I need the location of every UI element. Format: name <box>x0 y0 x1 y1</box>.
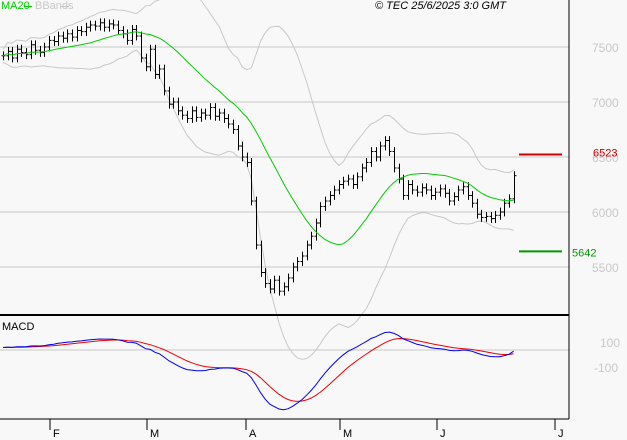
legend-bbands-swatch <box>61 6 69 7</box>
bollinger-lower <box>2 49 514 360</box>
month-label: J <box>558 428 564 440</box>
price-tick-label: 7000 <box>592 96 619 110</box>
chart-svg: 55006000650070007500100-100F M A M J J6523564… <box>0 0 620 440</box>
price-tick-label: 7500 <box>592 41 619 55</box>
resistance-level-label: 6523 <box>593 147 617 159</box>
price-tick-label: 5500 <box>592 261 619 275</box>
price-tick-label: 6000 <box>592 206 619 220</box>
macd-signal-line <box>2 337 514 402</box>
month-label: M <box>150 428 159 440</box>
support-level-label: 5642 <box>572 247 596 259</box>
macd-tick-label: 100 <box>600 336 620 350</box>
stock-chart: 5500 6000 6500 7000 7500 100 -100 F M A M J J 6523 564… <box>0 0 627 440</box>
month-label: F <box>53 428 60 440</box>
month-label: A <box>249 428 257 440</box>
macd-tick-label: -100 <box>594 361 618 375</box>
legend-ma20-swatch <box>24 6 32 7</box>
macd-line <box>2 331 514 411</box>
copyright: © TEC 25/6/2025 3:0 GMT <box>375 0 506 12</box>
ma20-line <box>2 31 514 246</box>
macd-label: MACD <box>2 321 35 333</box>
month-label: M <box>343 428 352 440</box>
bollinger-upper <box>2 0 514 174</box>
month-label: J <box>440 428 446 440</box>
